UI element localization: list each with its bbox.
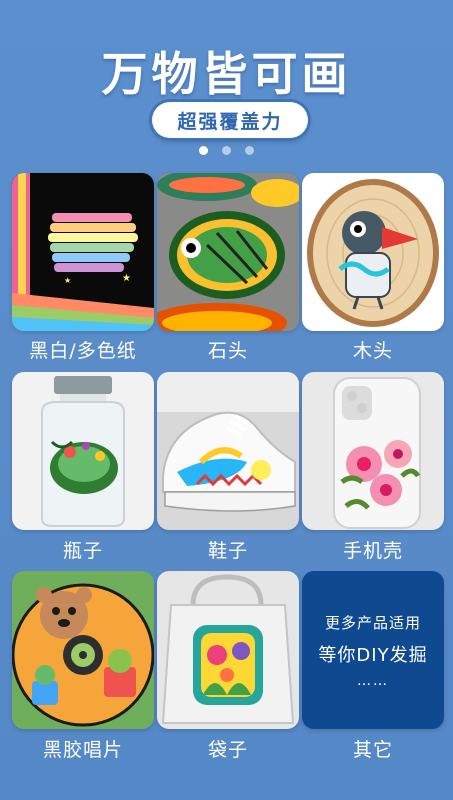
carousel-dot[interactable] <box>245 146 254 155</box>
painted-wood-image[interactable] <box>302 173 444 331</box>
more-products-line2: 等你DIY发掘 <box>318 644 428 666</box>
painted-stone-image[interactable] <box>157 173 299 331</box>
page-title: 万物皆可画 <box>101 47 352 101</box>
item-label: 黑胶唱片 <box>42 739 123 761</box>
carousel-dots <box>0 146 453 155</box>
item-label: 石头 <box>207 340 248 362</box>
painted-bottle-image[interactable] <box>12 372 154 530</box>
painted-shoe-image[interactable] <box>157 372 299 530</box>
item-label: 瓶子 <box>62 540 103 562</box>
vinyl-record-image[interactable] <box>12 571 154 729</box>
phone-case-image[interactable] <box>302 372 444 530</box>
more-products-line1: 更多产品适用 <box>324 613 421 632</box>
subtitle-badge: 超强覆盖力 <box>152 102 308 138</box>
carousel-dot[interactable] <box>222 146 231 155</box>
svg-text:★: ★ <box>64 276 71 285</box>
item-label: 黑白/多色纸 <box>29 340 137 362</box>
painted-bag-image[interactable] <box>157 571 299 729</box>
colored-paper-image[interactable]: ★ ★ <box>12 173 154 331</box>
svg-text:★: ★ <box>122 273 131 284</box>
item-label: 袋子 <box>207 739 248 761</box>
more-products-card[interactable]: 更多产品适用 等你DIY发掘 …… <box>302 571 444 729</box>
page: 万物皆可画 超强覆盖力 ★ ★ 黑白/多色纸 石头 木头 瓶子 鞋子 手机壳 黑… <box>0 0 453 800</box>
more-products-ellipsis: …… <box>357 672 389 689</box>
carousel-dot[interactable] <box>199 146 208 155</box>
item-label: 鞋子 <box>207 540 248 562</box>
item-label: 手机壳 <box>342 540 403 562</box>
item-label: 其它 <box>352 739 393 761</box>
item-label: 木头 <box>352 340 393 362</box>
